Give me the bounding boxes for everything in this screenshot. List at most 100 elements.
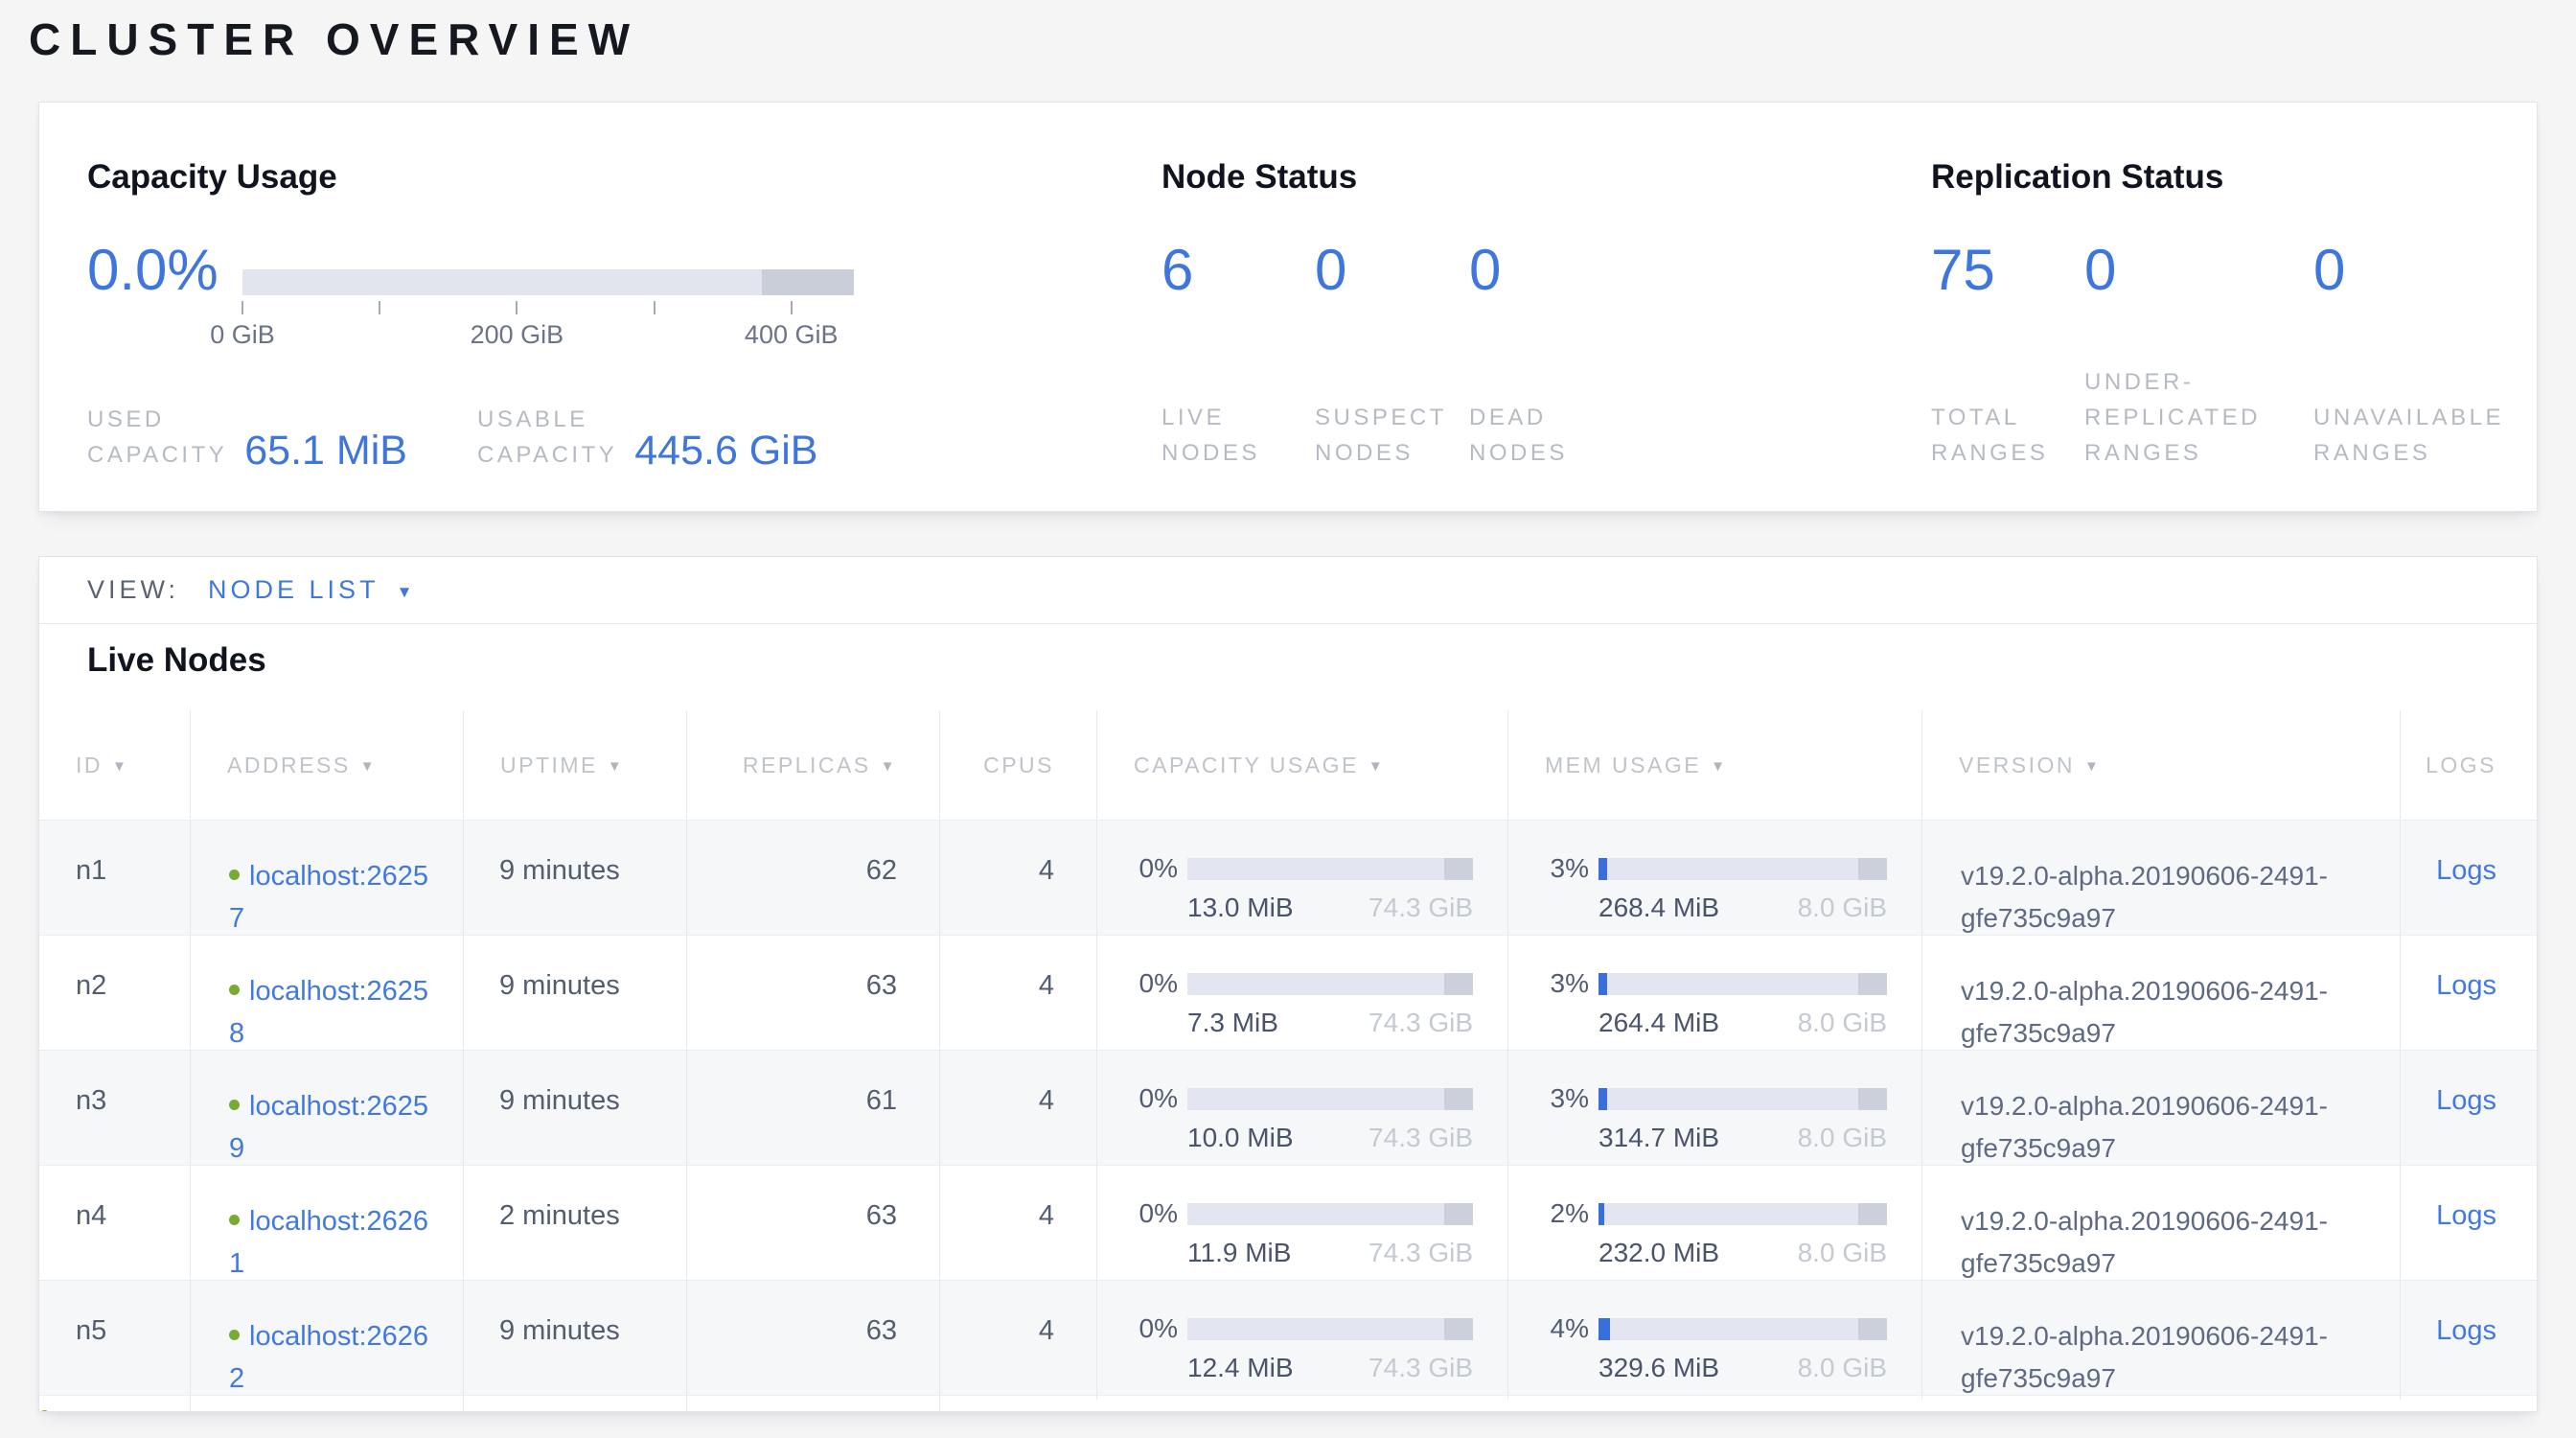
capacity-usage-cell: 0% 10.0 MiB 74.3 GiB xyxy=(1097,1051,1508,1170)
mem-usage-bar xyxy=(1598,1203,1887,1225)
node-address-link[interactable]: localhost:26261 xyxy=(229,1206,428,1279)
node-id-cell: n5 xyxy=(39,1281,191,1400)
total-ranges-count: 75 xyxy=(1931,239,1995,302)
logs-link[interactable]: Logs xyxy=(2436,1085,2496,1116)
capacity-bar-track xyxy=(242,269,854,295)
live-status-dot-icon xyxy=(229,1330,240,1340)
capacity-bar-chart: 0 GiB200 GiB400 GiB xyxy=(242,269,854,353)
node-list-card: VIEW: NODE LIST ▼ Live Nodes ID▼ADDRESS▼… xyxy=(38,556,2538,1412)
replication-status-title: Replication Status xyxy=(1931,158,2223,197)
column-header-mem-usage[interactable]: MEM USAGE▼ xyxy=(1508,710,1922,820)
axis-tick-label: 200 GiB xyxy=(471,320,564,350)
usable-capacity-label: USABLE CAPACITY xyxy=(477,402,617,473)
capacity-usage-bar xyxy=(1187,858,1473,880)
node-address-link[interactable]: localhost:26262 xyxy=(229,1321,428,1394)
node-address-link[interactable]: localhost:26257 xyxy=(229,861,428,934)
logs-link[interactable]: Logs xyxy=(2436,855,2496,886)
used-capacity-stat: USED CAPACITY 65.1 MiB xyxy=(87,402,407,473)
live-status-dot-icon xyxy=(229,985,240,995)
logs-link[interactable]: Logs xyxy=(2436,1200,2496,1231)
unavailable-ranges-count: 0 xyxy=(2313,239,2345,302)
logs-link[interactable]: Logs xyxy=(2436,970,2496,1001)
cluster-overview-page: CLUSTER OVERVIEW Capacity Usage Node Sta… xyxy=(0,0,2576,1438)
capacity-usage-bar xyxy=(1187,1088,1473,1110)
view-bar: VIEW: NODE LIST ▼ xyxy=(39,557,2537,624)
version-cell: v19.2.0-alpha.20190606-2491-gfe735c9a97 xyxy=(1922,1051,2401,1170)
node-address-link[interactable]: localhost:26258 xyxy=(229,976,428,1049)
node-address-cell xyxy=(39,1396,191,1412)
usable-capacity-value: 445.6 GiB xyxy=(634,430,817,472)
sort-caret-icon: ▼ xyxy=(608,758,624,775)
axis-tick xyxy=(516,301,518,314)
live-nodes-label: LIVE NODES xyxy=(1162,400,1260,471)
node-address-cell: localhost:26259 xyxy=(191,1051,464,1170)
cluster-summary-card: Capacity Usage Node Status Replication S… xyxy=(38,102,2538,512)
dead-nodes-label: DEAD NODES xyxy=(1469,400,1568,471)
mem-usage-cell: 2% 232.0 MiB 8.0 GiB xyxy=(1508,1166,1922,1285)
uptime-cell: 9 minutes xyxy=(464,936,687,1055)
sort-caret-icon: ▼ xyxy=(360,758,377,775)
version-cell xyxy=(687,1396,940,1412)
usable-capacity-stat: USABLE CAPACITY 445.6 GiB xyxy=(477,402,817,473)
node-address-cell: localhost:26262 xyxy=(191,1281,464,1400)
node-id-cell: n3 xyxy=(39,1051,191,1170)
axis-tick xyxy=(242,301,243,314)
suspect-nodes-label: SUSPECT NODES xyxy=(1315,400,1447,471)
column-header-uptime[interactable]: UPTIME▼ xyxy=(464,710,687,820)
version-cell: v19.2.0-alpha.20190606-2491-gfe735c9a97 xyxy=(1922,1166,2401,1285)
capacity-usage-bar xyxy=(1187,1318,1473,1340)
replicas-cell: 62 xyxy=(687,821,940,939)
table-header-row: ID▼ADDRESS▼UPTIME▼REPLICAS▼CPUSCAPACITY … xyxy=(39,710,2537,820)
total-ranges-label: TOTAL RANGES xyxy=(1931,400,2048,471)
axis-tick-label: 400 GiB xyxy=(745,320,839,350)
node-address-cell: localhost:26261 xyxy=(191,1166,464,1285)
capacity-usage-cell xyxy=(191,1396,464,1412)
node-address-link[interactable]: localhost:26259 xyxy=(229,1091,428,1164)
live-nodes-table: ID▼ADDRESS▼UPTIME▼REPLICAS▼CPUSCAPACITY … xyxy=(39,710,2537,1412)
column-header-replicas[interactable]: REPLICAS▼ xyxy=(687,710,940,820)
logs-cell: Logs xyxy=(2401,1281,2538,1400)
uptime-cell: 9 minutes xyxy=(464,1051,687,1170)
view-selector-dropdown[interactable]: NODE LIST ▼ xyxy=(208,575,412,605)
under-replicated-ranges-count: 0 xyxy=(2084,239,2116,302)
table-row: n4 localhost:26261 2 minutes 63 4 0% 11.… xyxy=(39,1165,2537,1280)
mem-usage-cell xyxy=(464,1396,687,1412)
table-row: n5 localhost:26262 9 minutes 63 4 0% 12.… xyxy=(39,1280,2537,1395)
sort-caret-icon: ▼ xyxy=(112,758,128,775)
capacity-bar-reserved-segment xyxy=(762,269,854,295)
version-cell: v19.2.0-alpha.20190606-2491-gfe735c9a97 xyxy=(1922,1281,2401,1400)
column-header-version[interactable]: VERSION▼ xyxy=(1922,710,2401,820)
live-status-dot-icon xyxy=(229,870,240,880)
table-row: n3 localhost:26259 9 minutes 61 4 0% 10.… xyxy=(39,1050,2537,1165)
axis-tick xyxy=(654,301,656,314)
node-id-cell: n4 xyxy=(39,1166,191,1285)
logs-cell xyxy=(940,1396,1097,1412)
column-header-cpus: CPUS xyxy=(940,710,1097,820)
mem-usage-bar xyxy=(1598,1318,1887,1340)
column-header-capacity-usage[interactable]: CAPACITY USAGE▼ xyxy=(1097,710,1508,820)
replicas-cell: 63 xyxy=(687,1281,940,1400)
suspect-nodes-count: 0 xyxy=(1315,239,1346,302)
logs-cell: Logs xyxy=(2401,1051,2538,1170)
node-address-cell: localhost:26258 xyxy=(191,936,464,1055)
logs-link[interactable]: Logs xyxy=(2436,1315,2496,1346)
cpus-cell: 4 xyxy=(940,1051,1097,1170)
replicas-cell: 63 xyxy=(687,936,940,1055)
sort-caret-icon: ▼ xyxy=(1711,758,1727,775)
capacity-usage-cell: 0% 11.9 MiB 74.3 GiB xyxy=(1097,1166,1508,1285)
view-selected-value[interactable]: NODE LIST xyxy=(208,575,380,605)
column-header-id[interactable]: ID▼ xyxy=(39,710,191,820)
mem-usage-cell: 4% 329.6 MiB 8.0 GiB xyxy=(1508,1281,1922,1400)
capacity-usage-cell: 0% 12.4 MiB 74.3 GiB xyxy=(1097,1281,1508,1400)
used-capacity-value: 65.1 MiB xyxy=(244,430,407,472)
cpus-cell: 4 xyxy=(940,1166,1097,1285)
axis-tick-label: 0 GiB xyxy=(210,320,275,350)
version-cell: v19.2.0-alpha.20190606-2491-gfe735c9a97 xyxy=(1922,821,2401,939)
unavailable-ranges-label: UNAVAILABLE RANGES xyxy=(2313,400,2504,471)
cpus-cell: 4 xyxy=(940,1281,1097,1400)
node-address-cell: localhost:26257 xyxy=(191,821,464,939)
column-header-address[interactable]: ADDRESS▼ xyxy=(191,710,464,820)
live-status-dot-icon xyxy=(229,1100,240,1110)
mem-usage-bar xyxy=(1598,973,1887,995)
version-cell: v19.2.0-alpha.20190606-2491-gfe735c9a97 xyxy=(1922,936,2401,1055)
